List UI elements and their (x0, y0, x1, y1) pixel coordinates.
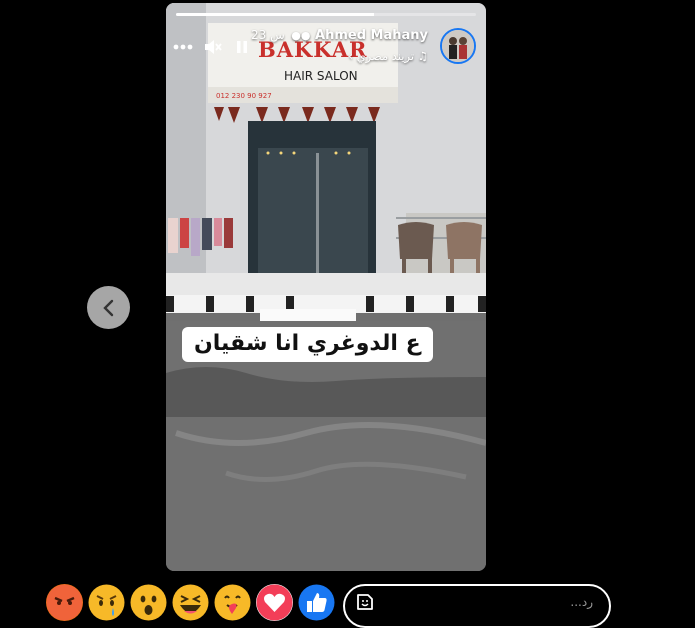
chevron-left-icon: ‹ (348, 49, 353, 63)
sticker-icon[interactable] (355, 592, 375, 612)
reply-input[interactable]: رد... (343, 584, 611, 628)
sign-subtitle: HAIR SALON (284, 69, 358, 83)
story-progress-bar (176, 13, 476, 16)
friends-icon: ●● (291, 29, 311, 42)
previous-story-button[interactable] (87, 286, 130, 329)
reply-placeholder: رد... (570, 595, 593, 609)
chevron-left-icon (102, 299, 113, 316)
reaction-sad-icon[interactable] (88, 584, 125, 621)
story-progress-fill (176, 13, 374, 16)
story-music[interactable]: ‹ تريند مصري ♫ (348, 49, 428, 63)
reaction-care-icon[interactable] (214, 584, 251, 621)
story-photo (166, 3, 486, 571)
reaction-angry-icon[interactable] (46, 584, 83, 621)
story-header: 23 س ●● Ahmed Mahany ‹ تريند مصري ♫ (166, 25, 486, 65)
reaction-love-icon[interactable] (256, 584, 293, 621)
reaction-haha-icon[interactable] (172, 584, 209, 621)
reaction-like-icon[interactable] (298, 584, 335, 621)
music-label[interactable]: تريند مصري (357, 49, 414, 63)
story-caption: ع الدوغري انا شقيان (182, 327, 433, 362)
story-time: 23 س (251, 28, 285, 42)
story-viewer[interactable]: BAKKAR HAIR SALON 012 230 90 927 23 س ●●… (166, 3, 486, 571)
author-name[interactable]: Ahmed Mahany (315, 28, 428, 43)
author-avatar[interactable] (440, 28, 476, 64)
more-options-icon[interactable] (171, 35, 195, 59)
music-note-icon: ♫ (417, 49, 428, 63)
reaction-wow-icon[interactable] (130, 584, 167, 621)
mute-icon[interactable] (201, 35, 225, 59)
story-author[interactable]: 23 س ●● Ahmed Mahany (251, 28, 428, 43)
sign-phone: 012 230 90 927 (216, 92, 272, 100)
